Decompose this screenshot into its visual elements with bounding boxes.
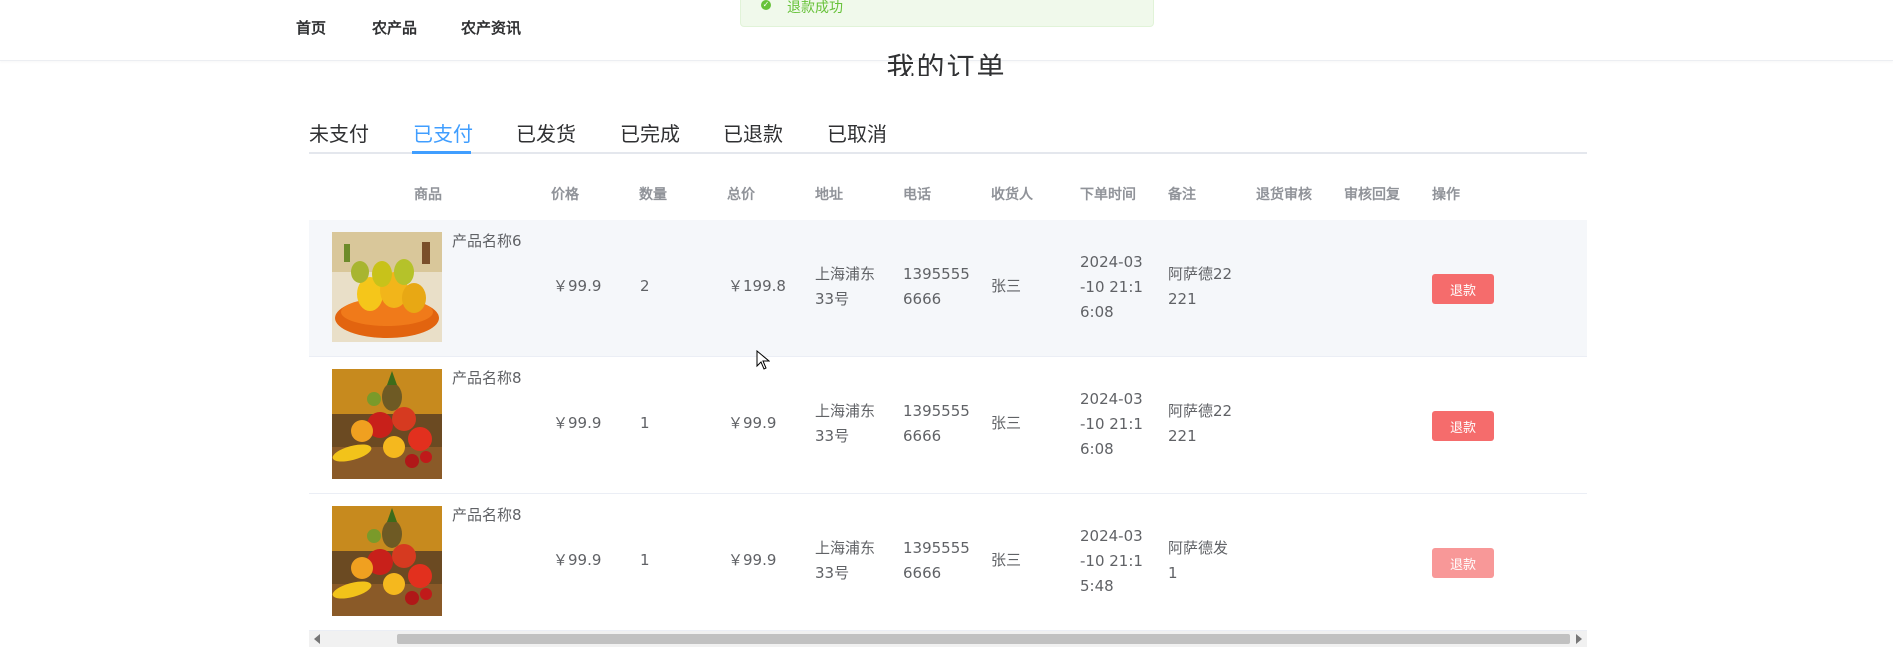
price-cell: ￥99.9 [553, 414, 602, 432]
address-cell: 上海浦东 33号 [815, 539, 876, 582]
receiver-cell: 张三 [991, 277, 1022, 295]
order-time-cell: 2024-03 -10 21:1 6:08 [1080, 253, 1143, 321]
col-header-total: 总价 [727, 187, 755, 203]
order-status-tabs: 未支付 已支付 已发货 已完成 已退款 已取消 [309, 112, 1587, 154]
success-toast: ✓ 退款成功 [740, 0, 1154, 27]
active-tab-indicator [412, 151, 471, 154]
phone-cell: 1395555 6666 [903, 539, 970, 582]
orders-table: 商品 价格 数量 总价 地址 电话 收货人 下单时间 备注 退货审核 审核回复 … [309, 172, 1587, 631]
nav-item-news[interactable]: 农产资讯 [461, 17, 521, 38]
nav-item-products[interactable]: 农产品 [372, 17, 417, 38]
product-name[interactable]: 产品名称8 [452, 367, 522, 388]
col-header-qty: 数量 [639, 187, 667, 203]
scroll-left-icon[interactable] [314, 634, 320, 644]
mouse-cursor-icon [756, 350, 770, 370]
toast-message: 退款成功 [787, 0, 843, 16]
tab-shipped[interactable]: 已发货 [516, 118, 576, 147]
table-header: 商品 价格 数量 总价 地址 电话 收货人 下单时间 备注 退货审核 审核回复 … [309, 172, 1587, 220]
check-circle-icon: ✓ [761, 0, 771, 10]
qty-cell: 1 [640, 551, 650, 569]
receiver-cell: 张三 [991, 551, 1022, 569]
qty-cell: 1 [640, 414, 650, 432]
col-header-product: 商品 [414, 187, 442, 203]
phone-cell: 1395555 6666 [903, 402, 970, 445]
receiver-cell: 张三 [991, 414, 1022, 432]
col-header-note: 备注 [1168, 187, 1196, 203]
scrollbar-thumb[interactable] [397, 634, 1570, 644]
table-row: 产品名称6 ￥99.9 2 ￥199.8 上海浦东 33号 1395555 6666… [309, 220, 1587, 357]
qty-cell: 2 [640, 277, 650, 295]
scroll-right-icon[interactable] [1576, 634, 1582, 644]
tab-cancelled[interactable]: 已取消 [827, 118, 887, 147]
tab-completed[interactable]: 已完成 [620, 118, 680, 147]
col-header-order-time: 下单时间 [1080, 187, 1136, 203]
refund-button[interactable]: 退款 [1432, 274, 1494, 304]
product-image-pears [332, 232, 442, 342]
refund-button[interactable]: 退款 [1432, 548, 1494, 578]
order-time-cell: 2024-03 -10 21:1 5:48 [1080, 527, 1143, 595]
price-cell: ￥99.9 [553, 551, 602, 569]
table-row: 产品名称8 ￥99.9 1 ￥99.9 上海浦东 33号 1395555 6666 … [309, 494, 1587, 631]
product-image-fruit-basket [332, 369, 442, 479]
col-header-review-reply: 审核回复 [1344, 187, 1400, 203]
address-cell: 上海浦东 33号 [815, 265, 876, 308]
tab-unpaid[interactable]: 未支付 [309, 118, 369, 147]
total-cell: ￥99.9 [728, 414, 777, 432]
product-name[interactable]: 产品名称8 [452, 504, 522, 525]
col-header-address: 地址 [815, 187, 843, 203]
total-cell: ￥199.8 [728, 277, 786, 295]
table-horizontal-scrollbar[interactable] [309, 631, 1587, 647]
total-cell: ￥99.9 [728, 551, 777, 569]
note-cell: 阿萨德发 1 [1168, 539, 1229, 582]
note-cell: 阿萨德22 221 [1168, 265, 1233, 308]
note-cell: 阿萨德22 221 [1168, 402, 1233, 445]
phone-cell: 1395555 6666 [903, 265, 970, 308]
price-cell: ￥99.9 [553, 277, 602, 295]
tab-paid[interactable]: 已支付 [413, 118, 473, 147]
table-row: 产品名称8 ￥99.9 1 ￥99.9 上海浦东 33号 1395555 6666 … [309, 357, 1587, 494]
col-header-return-review: 退货审核 [1256, 187, 1312, 203]
col-header-price: 价格 [551, 187, 579, 203]
col-header-phone: 电话 [903, 187, 931, 203]
product-name[interactable]: 产品名称6 [452, 230, 522, 251]
refund-button[interactable]: 退款 [1432, 411, 1494, 441]
nav-item-home[interactable]: 首页 [296, 17, 326, 38]
address-cell: 上海浦东 33号 [815, 402, 876, 445]
tab-refunded[interactable]: 已退款 [723, 118, 783, 147]
product-image-fruit-basket [332, 506, 442, 616]
order-time-cell: 2024-03 -10 21:1 6:08 [1080, 390, 1143, 458]
col-header-actions: 操作 [1432, 187, 1460, 203]
col-header-receiver: 收货人 [991, 187, 1033, 203]
page-title: 我的订单 [886, 51, 1007, 76]
